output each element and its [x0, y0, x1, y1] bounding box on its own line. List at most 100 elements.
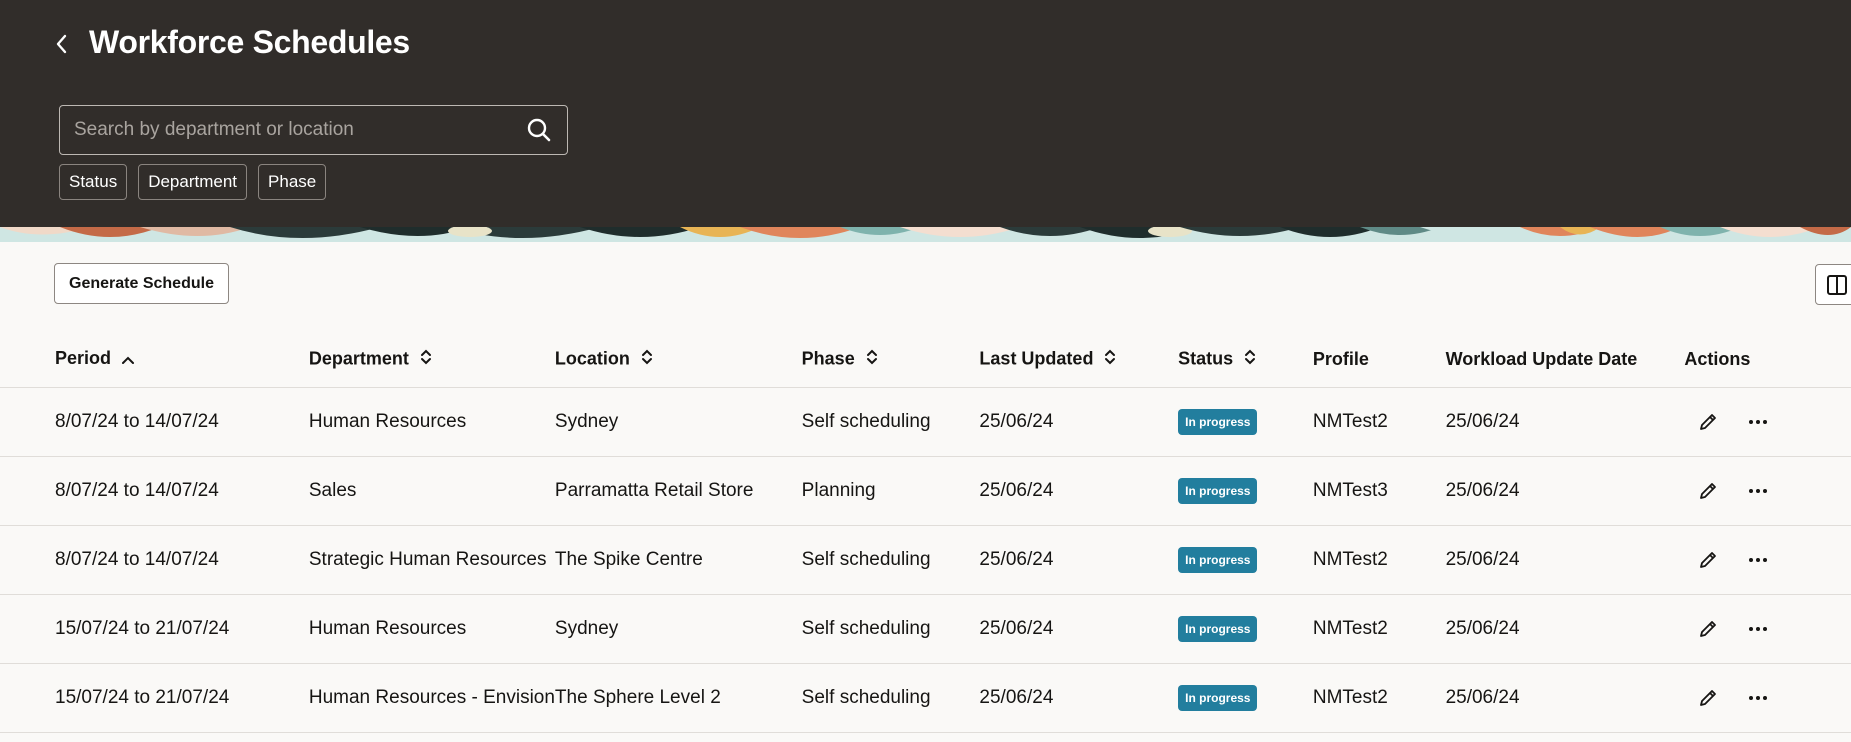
sort-icon[interactable]: [640, 348, 654, 371]
table-row[interactable]: 8/07/24 to 14/07/24 Sales Parramatta Ret…: [0, 456, 1851, 526]
cell-location: The Sphere Level 2: [554, 663, 802, 733]
table-row[interactable]: 15/07/24 to 21/07/24 Human Resources - E…: [0, 663, 1851, 733]
cell-profile: NMTest2: [1312, 594, 1446, 664]
status-badge: In progress: [1178, 546, 1258, 573]
cell-last-updated: 25/06/24: [979, 663, 1179, 733]
main-content: Generate Schedule Period Department Loca…: [0, 242, 1851, 742]
decorative-banner: [0, 227, 1851, 242]
cell-workload-update-date: 25/06/24: [1445, 456, 1685, 526]
cell-department: Human Resources: [253, 387, 555, 457]
cell-phase: Self scheduling: [801, 525, 980, 595]
sort-icon[interactable]: [1243, 348, 1257, 371]
cell-last-updated: 25/06/24: [979, 594, 1179, 664]
status-badge: In progress: [1178, 408, 1258, 435]
cell-phase: Planning: [801, 456, 980, 526]
sort-icon[interactable]: [1103, 348, 1117, 371]
table-row[interactable]: 8/07/24 to 14/07/24 Human Resources Sydn…: [0, 387, 1851, 457]
table-row[interactable]: 8/07/24 to 14/07/24 Strategic Human Reso…: [0, 525, 1851, 595]
column-header-location[interactable]: Location: [554, 332, 802, 388]
sort-ascending-icon[interactable]: [121, 349, 135, 370]
sort-icon[interactable]: [419, 348, 433, 371]
cell-profile: NMTest2: [1312, 525, 1446, 595]
edit-pencil-icon[interactable]: [1693, 614, 1723, 644]
column-header-status[interactable]: Status: [1178, 332, 1313, 388]
cell-profile: NMTest3: [1312, 456, 1446, 526]
back-button[interactable]: [48, 28, 76, 60]
status-badge: In progress: [1178, 684, 1258, 711]
column-header-label: Phase: [801, 348, 855, 368]
search-input[interactable]: [74, 119, 525, 141]
column-header-actions: Actions: [1684, 332, 1851, 388]
column-header-label: Last Updated: [979, 348, 1094, 368]
cell-actions: [1684, 387, 1851, 457]
more-horizontal-icon[interactable]: [1743, 476, 1773, 506]
column-header-workload-update-date: Workload Update Date: [1445, 332, 1685, 388]
filter-chip-department[interactable]: Department: [138, 164, 248, 200]
column-layout-icon: [1827, 274, 1847, 295]
cell-profile: NMTest2: [1312, 387, 1446, 457]
cell-period: 8/07/24 to 14/07/24: [0, 525, 254, 595]
column-header-label: Location: [554, 348, 630, 368]
filter-chip-phase[interactable]: Phase: [258, 164, 327, 200]
cell-phase: Self scheduling: [801, 663, 980, 733]
column-header-label: Status: [1178, 348, 1234, 368]
cell-profile: NMTest2: [1312, 663, 1446, 733]
edit-pencil-icon[interactable]: [1693, 683, 1723, 713]
cell-phase: Self scheduling: [801, 387, 980, 457]
cell-workload-update-date: 25/06/24: [1445, 525, 1685, 595]
column-header-period[interactable]: Period: [0, 332, 254, 388]
generate-schedule-button[interactable]: Generate Schedule: [54, 263, 229, 304]
cell-last-updated: 25/06/24: [979, 525, 1179, 595]
search-icon[interactable]: [525, 116, 553, 144]
cell-status: In progress: [1178, 525, 1313, 595]
filter-chips: Status Department Phase: [59, 164, 327, 200]
column-header-last-updated[interactable]: Last Updated: [979, 332, 1179, 388]
cell-department: Sales: [253, 456, 555, 526]
cell-status: In progress: [1178, 387, 1313, 457]
cell-workload-update-date: 25/06/24: [1445, 663, 1685, 733]
cell-actions: [1684, 525, 1851, 595]
status-badge: In progress: [1178, 615, 1258, 642]
cell-department: Human Resources: [253, 594, 555, 664]
status-badge: In progress: [1178, 477, 1258, 504]
column-header-label: Period: [55, 348, 112, 369]
cell-department: Strategic Human Resources: [253, 525, 555, 595]
sort-icon[interactable]: [865, 348, 879, 371]
column-layout-button[interactable]: [1815, 264, 1851, 305]
cell-location: Sydney: [554, 594, 802, 664]
edit-pencil-icon[interactable]: [1693, 407, 1723, 437]
cell-location: The Spike Centre: [554, 525, 802, 595]
more-horizontal-icon[interactable]: [1743, 407, 1773, 437]
edit-pencil-icon[interactable]: [1693, 545, 1723, 575]
cell-workload-update-date: 25/06/24: [1445, 387, 1685, 457]
cell-status: In progress: [1178, 456, 1313, 526]
cell-last-updated: 25/06/24: [979, 456, 1179, 526]
column-header-department[interactable]: Department: [253, 332, 555, 388]
filter-chip-status[interactable]: Status: [59, 164, 128, 200]
column-header-profile: Profile: [1312, 332, 1446, 388]
more-horizontal-icon[interactable]: [1743, 545, 1773, 575]
cell-period: 15/07/24 to 21/07/24: [0, 663, 254, 733]
cell-location: Parramatta Retail Store: [554, 456, 802, 526]
back-chevron-icon: [56, 34, 67, 54]
cell-period: 8/07/24 to 14/07/24: [0, 456, 254, 526]
edit-pencil-icon[interactable]: [1693, 476, 1723, 506]
cell-department: Human Resources - Envision: [253, 663, 555, 733]
cell-period: 8/07/24 to 14/07/24: [0, 387, 254, 457]
cell-period: 15/07/24 to 21/07/24: [0, 594, 254, 664]
cell-phase: Self scheduling: [801, 594, 980, 664]
more-horizontal-icon[interactable]: [1743, 614, 1773, 644]
table-header-row: Period Department Location Phase Last Up…: [0, 332, 1851, 388]
column-header-label: Department: [308, 348, 409, 368]
banner-pattern-image: [0, 227, 1851, 242]
table-row[interactable]: 15/07/24 to 21/07/24 Human Resources Syd…: [0, 594, 1851, 664]
column-header-phase[interactable]: Phase: [801, 332, 980, 388]
cell-status: In progress: [1178, 594, 1313, 664]
cell-actions: [1684, 456, 1851, 526]
page-header: Workforce Schedules Status Department Ph…: [0, 0, 1851, 227]
more-horizontal-icon[interactable]: [1743, 683, 1773, 713]
search-field[interactable]: [59, 105, 568, 155]
cell-workload-update-date: 25/06/24: [1445, 594, 1685, 664]
cell-actions: [1684, 594, 1851, 664]
cell-last-updated: 25/06/24: [979, 387, 1179, 457]
